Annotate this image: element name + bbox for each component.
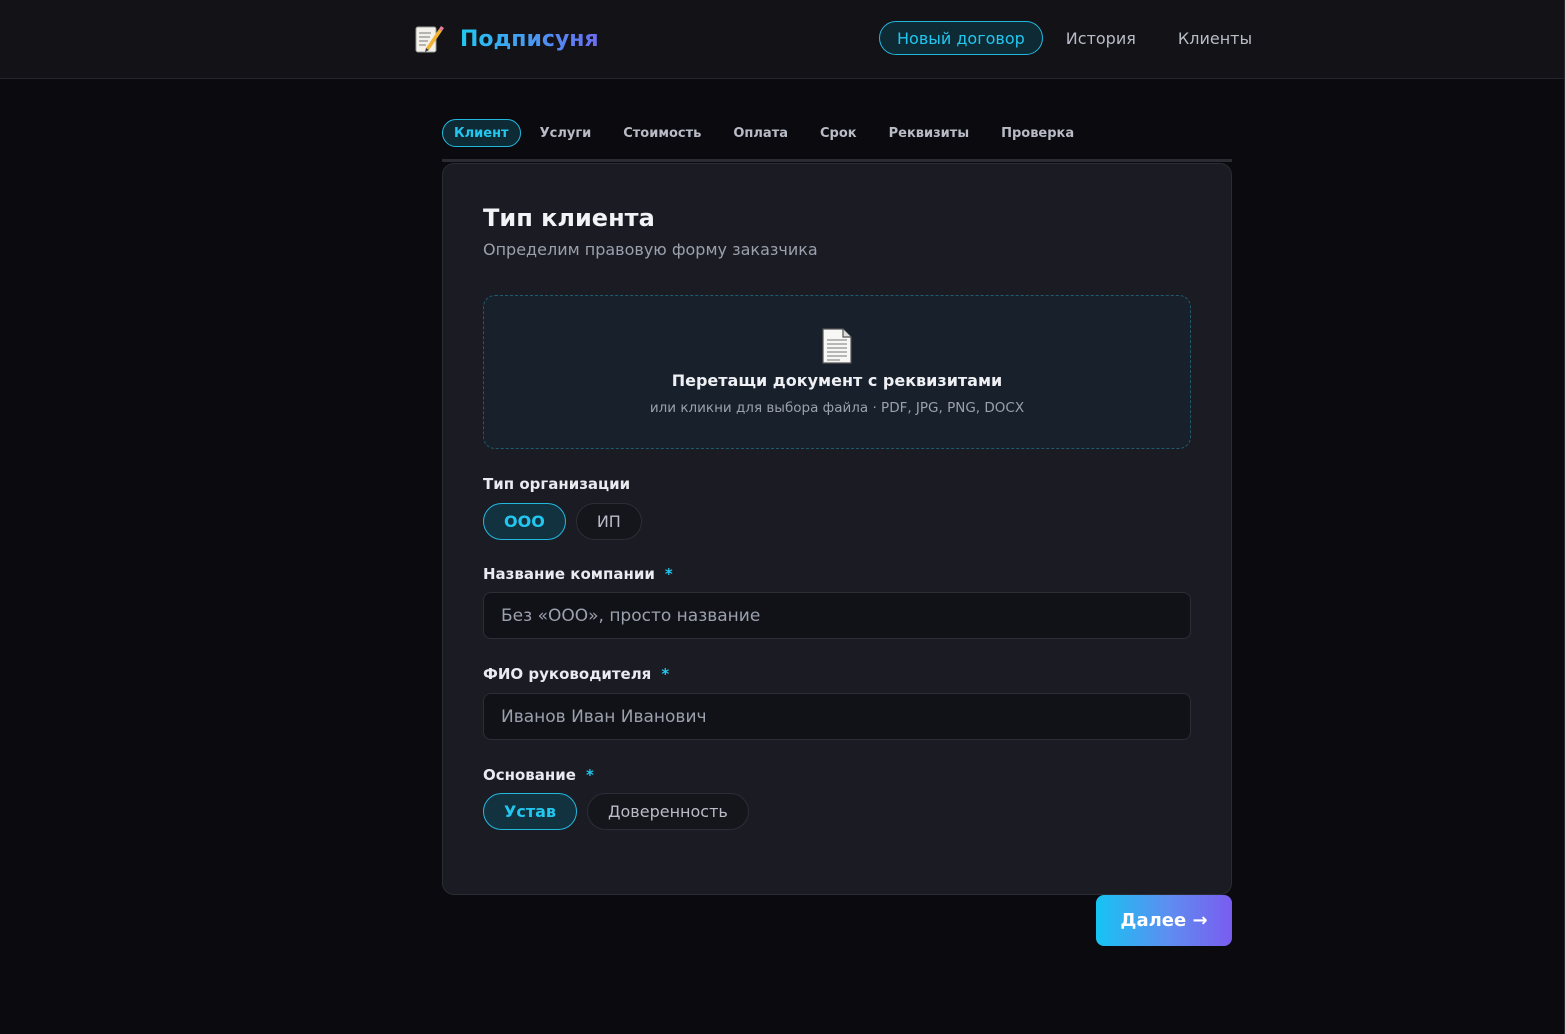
dropzone-title: Перетащи документ с реквизитами — [671, 371, 1003, 390]
step-cost[interactable]: Стоимость — [607, 119, 717, 147]
basis-charter[interactable]: Устав — [483, 793, 578, 830]
basis-label-text: Основание — [483, 766, 576, 784]
company-name-input[interactable] — [483, 592, 1191, 639]
step-review[interactable]: Проверка — [985, 119, 1090, 147]
nav-history[interactable]: История — [1045, 21, 1157, 55]
app-title: Подписуня — [460, 26, 599, 52]
org-type-toggle: ООО ИП — [483, 503, 642, 540]
document-icon — [822, 328, 852, 364]
step-payment[interactable]: Оплата — [717, 119, 804, 147]
next-button[interactable]: Далее → — [1096, 895, 1232, 946]
org-type-label: Тип организации — [483, 475, 630, 493]
steps-divider — [442, 159, 1232, 162]
director-name-label-text: ФИО руководителя — [483, 665, 652, 683]
director-name-label: ФИО руководителя * — [483, 665, 669, 683]
nav-new-contract[interactable]: Новый договор — [879, 21, 1043, 55]
director-name-input[interactable] — [483, 693, 1191, 740]
org-type-label-text: Тип организации — [483, 475, 631, 493]
step-requisites[interactable]: Реквизиты — [873, 119, 985, 147]
required-mark: * — [585, 766, 594, 784]
org-type-ooo[interactable]: ООО — [483, 503, 566, 540]
wizard-steps: Клиент Услуги Стоимость Оплата Срок Рекв… — [442, 119, 1090, 147]
logo[interactable]: Подписуня — [414, 22, 599, 56]
basis-power-of-attorney[interactable]: Доверенность — [587, 793, 749, 830]
main-nav: Новый договор История Клиенты — [879, 21, 1273, 55]
basis-label: Основание * — [483, 766, 594, 784]
required-mark: * — [664, 565, 673, 583]
company-name-label: Название компании * — [483, 565, 673, 583]
company-name-label-text: Название компании — [483, 565, 655, 583]
card-subtitle: Определим правовую форму заказчика — [483, 240, 818, 259]
step-client[interactable]: Клиент — [442, 119, 521, 147]
memo-pencil-icon — [414, 23, 444, 55]
top-bar: Подписуня Новый договор История Клиенты — [0, 0, 1565, 79]
card-title: Тип клиента — [483, 204, 655, 232]
nav-clients[interactable]: Клиенты — [1157, 21, 1273, 55]
org-type-ip[interactable]: ИП — [575, 503, 642, 540]
basis-toggle: Устав Доверенность — [483, 793, 749, 830]
file-dropzone[interactable]: Перетащи документ с реквизитами или клик… — [483, 295, 1191, 449]
client-type-card: Тип клиента Определим правовую форму зак… — [442, 163, 1232, 895]
required-mark: * — [661, 665, 670, 683]
step-services[interactable]: Услуги — [524, 119, 608, 147]
step-term[interactable]: Срок — [804, 119, 873, 147]
dropzone-subtitle: или кликни для выбора файла · PDF, JPG, … — [649, 400, 1025, 416]
